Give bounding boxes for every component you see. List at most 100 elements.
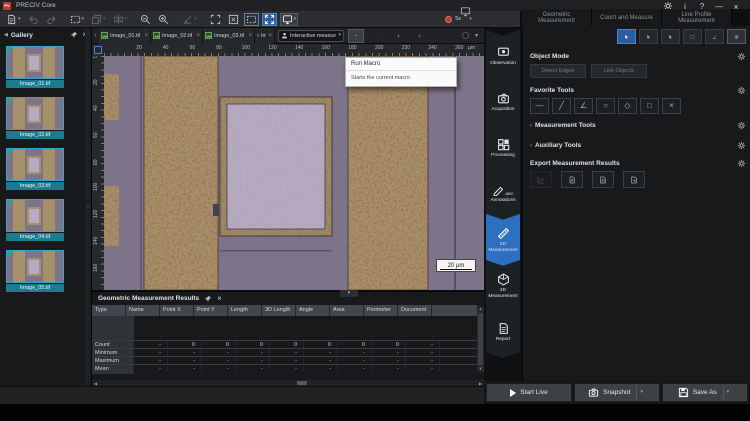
chevron-right-icon[interactable]: › [530, 123, 532, 129]
favorite-tool-button[interactable]: — [530, 98, 549, 114]
panel-tab[interactable]: Line Profile Measurement [662, 9, 732, 26]
document-tab[interactable]: Image... × [255, 28, 275, 44]
gallery-thumbnail[interactable]: Image_05.tif [6, 250, 86, 292]
column-header[interactable]: Type [92, 305, 126, 316]
detect-edges-button[interactable]: Detect Edges [530, 64, 586, 78]
column-header[interactable]: Perimeter [364, 305, 398, 316]
nav-3d-measurement[interactable]: 3D Measurement [486, 260, 520, 312]
rotate-flip-button[interactable]: ▾ [111, 13, 130, 26]
notification-monitor-icon[interactable] [460, 4, 471, 22]
column-header[interactable]: Angle [296, 305, 330, 316]
record-indicator-icon[interactable] [462, 32, 469, 39]
save-as-dropdown[interactable]: ▾ [723, 385, 733, 400]
column-header[interactable]: Name [126, 305, 160, 316]
column-header[interactable]: 3D Length [262, 305, 296, 316]
digital-zoom-button[interactable] [244, 13, 259, 26]
nav-processing[interactable]: Processing [486, 122, 520, 174]
report-button[interactable]: ▾ [4, 13, 23, 26]
favorite-tool-button[interactable]: × [662, 98, 681, 114]
chevron-down-icon[interactable]: ▾ [18, 17, 21, 22]
gear-icon[interactable] [737, 86, 746, 95]
pin-icon[interactable] [70, 26, 78, 44]
select-edit-icon[interactable] [661, 29, 680, 44]
gallery-splitter[interactable]: ‹ [85, 28, 91, 386]
select-add-icon[interactable] [639, 29, 658, 44]
measurement-tools-header[interactable]: › Measurement Tools [530, 121, 746, 130]
chevron-down-icon[interactable]: ▾ [125, 17, 128, 22]
close-tab-icon[interactable]: × [248, 33, 252, 39]
results-collapse-button[interactable]: ▾ [340, 290, 358, 297]
fit-to-screen-button[interactable] [226, 13, 241, 26]
link-objects-button[interactable]: Link Objects [591, 64, 647, 78]
favorite-tool-button[interactable]: □ [640, 98, 659, 114]
save-as-button[interactable]: Save As ▾ [662, 383, 748, 402]
tab-scroll-left-button[interactable]: ‹ [92, 28, 99, 44]
gear-icon[interactable] [737, 121, 746, 130]
measure-line-button[interactable]: ▾ [180, 13, 199, 26]
export-document-button[interactable] [623, 171, 645, 188]
nav-2d-measurement[interactable]: 2D Measurement [486, 214, 520, 266]
edit-points-icon[interactable] [705, 29, 724, 44]
document-tab[interactable]: Image_03.tif × [203, 28, 255, 44]
gear-icon[interactable] [737, 141, 746, 150]
gallery-thumbnail[interactable]: Image_02.tif [6, 97, 86, 139]
panel-tab[interactable]: Geometric Measurement [522, 9, 592, 26]
redo-button[interactable] [44, 13, 59, 26]
nav-observation[interactable]: Observation [486, 30, 520, 82]
column-header[interactable]: Area [330, 305, 364, 316]
export-chart-button[interactable] [530, 171, 552, 188]
close-results-icon[interactable]: × [217, 295, 222, 303]
favorite-tool-button[interactable]: ○ [596, 98, 615, 114]
measurement-mode-combo[interactable]: Interactive measure... ▾ [278, 30, 344, 42]
snapshot-dropdown[interactable]: ▾ [636, 385, 646, 400]
start-live-button[interactable]: Start Live [486, 383, 572, 402]
undo-button[interactable] [26, 13, 41, 26]
column-header[interactable]: Length [228, 305, 262, 316]
run-macro-button[interactable] [391, 29, 406, 42]
gear-icon[interactable] [737, 52, 746, 61]
close-tab-icon[interactable]: × [144, 33, 148, 39]
chevron-right-icon[interactable]: › [530, 143, 532, 149]
view-options-dropdown[interactable]: ▾ [472, 28, 481, 44]
actual-size-button[interactable] [208, 13, 223, 26]
close-tab-icon[interactable]: × [268, 33, 272, 39]
snapshot-button[interactable]: Snapshot ▾ [574, 383, 660, 402]
scrollbar-thumb[interactable] [297, 381, 307, 385]
close-tab-icon[interactable]: × [196, 33, 200, 39]
gear-icon[interactable] [737, 159, 746, 168]
zoom-in-button[interactable] [156, 13, 171, 26]
chevron-down-icon[interactable]: ▾ [103, 17, 106, 22]
zoom-out-button[interactable] [138, 13, 153, 26]
macro-settings-button[interactable] [412, 29, 427, 42]
refresh-export-button[interactable] [592, 171, 614, 188]
nav-report[interactable]: Report [486, 306, 520, 358]
move-objects-button[interactable]: ▾ [89, 13, 108, 26]
select-region-button[interactable]: ▾ [68, 13, 87, 26]
favorite-tool-button[interactable]: ╱ [552, 98, 571, 114]
gallery-collapse-icon[interactable]: ◀ [4, 32, 8, 38]
column-header[interactable]: Document [398, 305, 432, 316]
chevron-down-icon[interactable]: ▾ [194, 17, 197, 22]
favorite-tool-button[interactable]: ∠ [574, 98, 593, 114]
export-file-button[interactable] [561, 171, 583, 188]
gallery-thumbnail[interactable]: Image_04.tif [6, 199, 86, 241]
document-tab[interactable]: Image_02.tif × [151, 28, 203, 44]
nav-acquisition[interactable]: Acquisition [486, 76, 520, 128]
macro-pause-button[interactable] [370, 29, 385, 42]
column-header[interactable]: Point Y [194, 305, 228, 316]
nav-annotations[interactable]: ABC Annotations [486, 168, 520, 220]
favorite-tool-button[interactable]: ◇ [618, 98, 637, 114]
image-viewport[interactable]: 20 µm [104, 56, 484, 290]
gallery-thumbnail[interactable]: Image_03.tif [6, 148, 86, 190]
chevron-down-icon[interactable]: ▾ [82, 17, 85, 22]
chevron-down-icon[interactable]: ▾ [294, 17, 297, 22]
results-vertical-scrollbar[interactable]: ▲ ▼ [477, 306, 484, 372]
display-layout-button[interactable]: ▾ [280, 13, 299, 26]
select-region-icon[interactable] [683, 29, 702, 44]
gallery-thumbnail[interactable]: Image_01.tif [6, 46, 86, 88]
panel-tab[interactable]: Count and Measure [592, 9, 662, 26]
interactive-pointer-button[interactable] [348, 29, 364, 43]
document-tab[interactable]: Image_01.tif × [99, 28, 151, 44]
scale-settings-icon[interactable] [94, 46, 102, 54]
fullscreen-button[interactable] [262, 13, 277, 26]
